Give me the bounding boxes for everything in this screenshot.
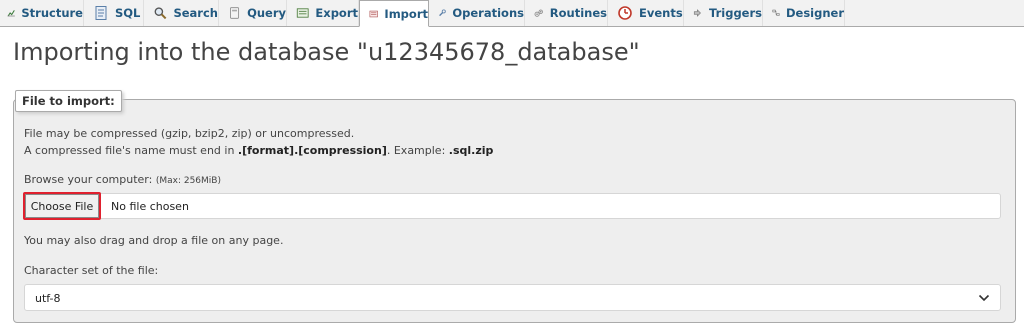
structure-icon — [7, 10, 15, 17]
routines-icon — [534, 9, 543, 17]
tab-sql[interactable]: SQL — [84, 0, 144, 26]
page-title: Importing into the database "u12345678_d… — [13, 38, 640, 66]
tab-label: Triggers — [709, 6, 762, 20]
browse-label: Browse your computer: (Max: 256MiB) — [24, 173, 221, 186]
tab-search[interactable]: Search — [144, 0, 219, 26]
tab-events[interactable]: Events — [608, 0, 684, 26]
designer-icon — [772, 9, 780, 16]
tab-triggers[interactable]: Triggers — [684, 0, 763, 26]
tab-label: Import — [384, 6, 428, 21]
charset-label: Character set of the file: — [24, 264, 159, 277]
tab-bar: Structure SQL Search Query Export Import… — [0, 0, 1024, 27]
max-size-note: (Max: 256MiB) — [155, 176, 221, 186]
file-status: No file chosen — [111, 200, 189, 213]
drag-drop-note: You may also drag and drop a file on any… — [24, 234, 284, 247]
tab-label: Export — [315, 6, 358, 20]
tab-query[interactable]: Query — [219, 0, 287, 26]
tab-operations[interactable]: Operations — [429, 0, 525, 26]
export-icon — [296, 8, 309, 18]
import-icon — [369, 10, 378, 17]
filename-note-prefix: A compressed file's name must end in — [24, 144, 238, 157]
charset-select[interactable]: utf-8 — [24, 284, 1001, 311]
compression-note: File may be compressed (gzip, bzip2, zip… — [24, 127, 355, 140]
filename-note-example: .sql.zip — [448, 144, 494, 157]
sql-icon — [95, 6, 107, 20]
chevron-down-icon — [978, 294, 990, 302]
choose-file-button[interactable]: Choose File — [25, 194, 99, 218]
tab-label: Search — [173, 6, 218, 20]
filename-note-format: .[format].[compression] — [237, 144, 387, 157]
browse-label-text: Browse your computer: — [24, 173, 156, 186]
tab-label: Events — [639, 6, 683, 20]
tab-label: Operations — [452, 6, 524, 20]
tab-label: SQL — [115, 6, 141, 20]
query-icon — [230, 7, 240, 19]
wrench-icon — [439, 9, 446, 17]
tab-label: Designer — [785, 6, 844, 20]
tab-structure[interactable]: Structure — [0, 0, 84, 26]
tab-export[interactable]: Export — [287, 0, 359, 26]
triggers-icon — [693, 9, 701, 17]
tab-label: Query — [247, 6, 286, 20]
tab-import[interactable]: Import — [359, 0, 429, 27]
events-icon — [618, 6, 632, 20]
tab-routines[interactable]: Routines — [525, 0, 608, 26]
tab-label: Routines — [549, 6, 607, 20]
fieldset-legend: File to import: — [15, 90, 122, 112]
tab-designer[interactable]: Designer — [763, 0, 845, 26]
filename-note-mid: . Example: — [386, 144, 449, 157]
filename-note: A compressed file's name must end in .[f… — [24, 144, 493, 157]
search-icon — [154, 7, 167, 20]
tab-label: Structure — [21, 6, 83, 20]
charset-select-value: utf-8 — [35, 292, 61, 305]
